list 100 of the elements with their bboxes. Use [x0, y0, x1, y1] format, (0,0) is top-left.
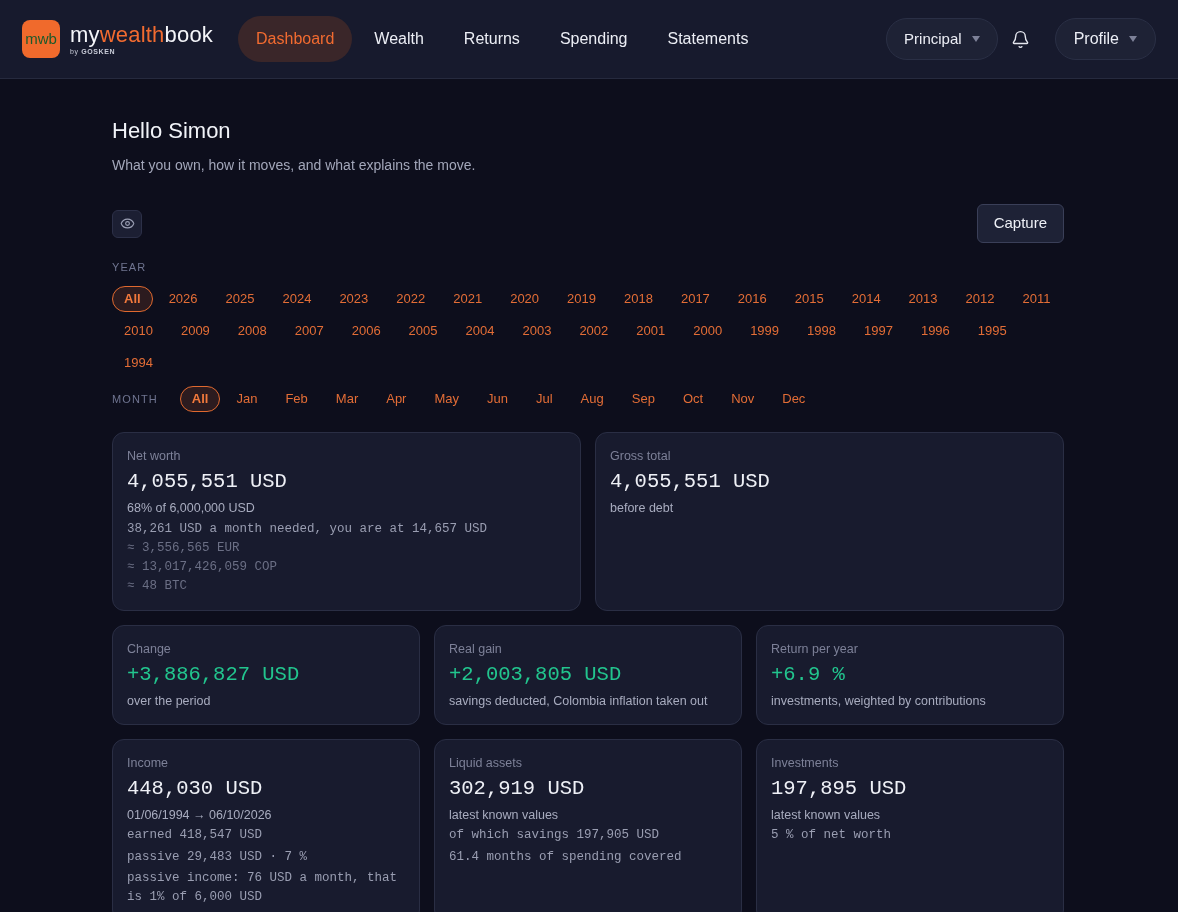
card-conversion: ≈ 3,556,565 EUR: [127, 539, 241, 557]
card-note: latest known values: [771, 806, 882, 824]
caret-icon: [971, 36, 980, 42]
brand-name: mywealthbook: [70, 22, 214, 47]
card-note: before debt: [610, 500, 675, 517]
nav-tab[interactable]: Returns: [445, 16, 538, 62]
card-label: Investments: [771, 754, 840, 771]
card-note: savings deducted, Colombia inflation taken out: [449, 692, 709, 710]
year-option[interactable]: 2004: [453, 318, 507, 344]
page-title: Hello Simon: [112, 117, 232, 145]
year-option[interactable]: 2000: [681, 318, 735, 344]
year-option[interactable]: 2021: [441, 286, 495, 312]
card-label: Gross total: [610, 448, 672, 464]
year-option[interactable]: 1995: [965, 318, 1019, 344]
card-detail: 61.4 months of spending covered: [449, 848, 683, 866]
profile-dropdown[interactable]: Profile: [1054, 18, 1156, 60]
year-option[interactable]: 2009: [168, 318, 222, 344]
card-label: Income: [127, 754, 169, 771]
card-detail: passive income: 76 USD a month, that is 1% of 6,000 USD: [127, 870, 399, 906]
year-option[interactable]: 2015: [782, 286, 836, 312]
year-option[interactable]: 2014: [839, 286, 893, 312]
year-option[interactable]: 2018: [612, 286, 665, 312]
page-subtitle: What you own, how it moves, and what explains the move.: [112, 156, 477, 175]
card-value: 197,895 USD: [771, 775, 908, 802]
month-option[interactable]: Dec: [770, 386, 818, 412]
year-option[interactable]: 2019: [555, 286, 608, 312]
month-option[interactable]: May: [422, 386, 471, 412]
year-option[interactable]: 2003: [510, 318, 564, 344]
card-label: Return per year: [771, 640, 859, 657]
card-detail: 38,261 USD a month needed, you are at 14,657 USD: [127, 520, 489, 538]
year-option[interactable]: 2007: [282, 318, 336, 344]
year-option[interactable]: 2010: [112, 318, 165, 344]
month-option[interactable]: Mar: [323, 386, 371, 412]
caret-icon: [1129, 36, 1137, 42]
year-option[interactable]: 2008: [225, 318, 279, 344]
month-option[interactable]: Feb: [273, 386, 320, 412]
capture-button[interactable]: Capture: [976, 204, 1064, 243]
logo-mark: mwb: [22, 20, 60, 58]
nav-tab[interactable]: Statements: [649, 16, 767, 62]
card-detail: earned 418,547 USD: [127, 827, 264, 844]
eye-toggle-button[interactable]: [112, 209, 142, 238]
year-option[interactable]: All: [112, 286, 153, 312]
month-option[interactable]: Sep: [619, 386, 667, 412]
year-option[interactable]: 2013: [896, 286, 950, 312]
card-detail: passive 29,483 USD · 7 %: [127, 848, 309, 866]
filter-label: MONTH: [112, 392, 158, 406]
card-value: 448,030 USD: [127, 775, 264, 802]
card-detail: of which savings 197,905 USD: [449, 827, 661, 844]
year-option[interactable]: 1994: [112, 350, 165, 376]
year-option[interactable]: 1998: [795, 318, 848, 344]
card-value: 4,055,551 USD: [610, 469, 771, 495]
card-detail: 5 % of net worth: [771, 827, 893, 844]
year-option[interactable]: 2023: [327, 286, 381, 312]
card-conversion: ≈ 13,017,426,059 COP: [127, 558, 279, 576]
card-label: Liquid assets: [449, 754, 523, 771]
filter-label: YEAR: [112, 260, 147, 274]
year-option[interactable]: 2012: [953, 286, 1007, 312]
month-option[interactable]: All: [179, 386, 221, 412]
nav-tab[interactable]: Dashboard: [238, 16, 353, 62]
card-value: +3,886,827 USD: [127, 661, 301, 688]
year-option[interactable]: 2001: [624, 318, 678, 344]
account-dropdown[interactable]: Principal: [886, 18, 998, 60]
year-option[interactable]: 1996: [908, 318, 962, 344]
bell-icon[interactable]: [1010, 29, 1030, 49]
year-option[interactable]: 2011: [1010, 286, 1063, 312]
eye-icon: [119, 216, 135, 231]
nav-tab[interactable]: Spending: [541, 16, 646, 62]
year-option[interactable]: 1999: [738, 318, 792, 344]
card-conversion: ≈ 48 BTC: [127, 577, 188, 595]
month-option[interactable]: Jun: [475, 386, 520, 412]
year-option[interactable]: 1997: [852, 318, 905, 344]
card-label: Net worth: [127, 448, 182, 464]
month-option[interactable]: Apr: [374, 386, 419, 412]
card-value: +2,003,805 USD: [449, 661, 623, 688]
year-option[interactable]: 2025: [213, 286, 267, 312]
year-option[interactable]: 2002: [567, 318, 621, 344]
card-value: 4,055,551 USD: [127, 469, 288, 495]
year-option[interactable]: 2016: [725, 286, 779, 312]
card-note: 01/06/1994 → 06/10/2026: [127, 806, 273, 824]
year-option[interactable]: 2024: [270, 286, 324, 312]
month-option[interactable]: Aug: [568, 386, 616, 412]
year-option[interactable]: 2020: [498, 286, 552, 312]
month-option[interactable]: Oct: [670, 386, 716, 412]
card-label: Real gain: [449, 640, 503, 657]
year-option[interactable]: 2006: [339, 318, 393, 344]
card-note: latest known values: [449, 806, 560, 824]
month-option[interactable]: Jan: [224, 386, 270, 412]
nav-tab[interactable]: Wealth: [356, 16, 442, 62]
year-option[interactable]: 2017: [668, 286, 722, 312]
card-value: +6.9 %: [771, 661, 846, 688]
card-note: over the period: [127, 692, 212, 710]
card-note: 68% of 6,000,000 USD: [127, 500, 256, 517]
card-value: 302,919 USD: [449, 775, 586, 802]
month-option[interactable]: Nov: [719, 386, 767, 412]
year-option[interactable]: 2005: [396, 318, 450, 344]
month-option[interactable]: Jul: [524, 386, 565, 412]
year-option[interactable]: 2022: [384, 286, 438, 312]
card-note: investments, weighted by contributions: [771, 692, 987, 710]
year-option[interactable]: 2026: [156, 286, 210, 312]
card-label: Change: [127, 640, 172, 657]
